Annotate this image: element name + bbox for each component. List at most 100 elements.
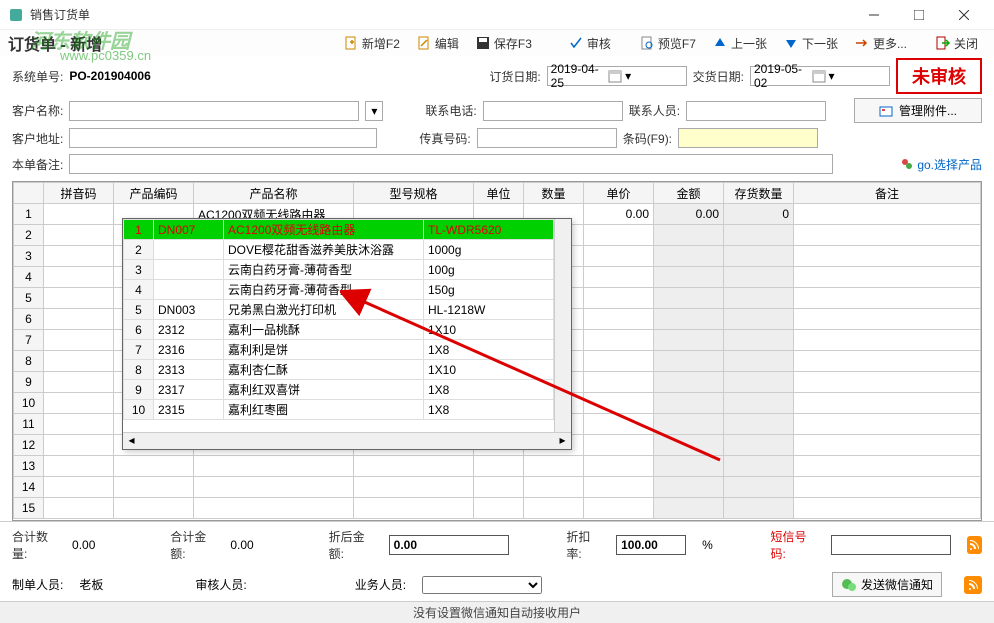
popup-row[interactable]: 62312嘉利一品桃酥1X10 <box>124 320 554 340</box>
delivdate-input[interactable]: 2019-05-02▾ <box>750 66 890 86</box>
status-text: 没有设置微信通知自动接收用户 <box>413 604 581 621</box>
popup-row[interactable]: 102315嘉利红枣圈1X8 <box>124 400 554 420</box>
fax-input[interactable] <box>477 128 617 148</box>
form-row-4: 本单备注: go.选择产品 <box>0 151 994 177</box>
custname-dropdown[interactable]: ▾ <box>365 101 383 121</box>
save-button[interactable]: 保存F3 <box>469 33 538 54</box>
rss-button-2[interactable] <box>964 576 982 594</box>
page-title: 订货单 - 新增 <box>8 31 335 55</box>
form-row-3: 客户地址: 传真号码: 条码(F9): <box>0 125 994 151</box>
col-pinyin[interactable]: 拼音码 <box>44 183 114 204</box>
next-button[interactable]: 下一张 <box>777 33 844 54</box>
popup-table[interactable]: 1DN007AC1200双频无线路由器TL-WDR56202DOVE樱花甜香滋养… <box>123 219 554 420</box>
popup-row[interactable]: 82313嘉利杏仁酥1X10 <box>124 360 554 380</box>
custname-label: 客户名称: <box>12 102 63 119</box>
popup-row[interactable]: 4云南白药牙膏-薄荷香型150g <box>124 280 554 300</box>
popup-row[interactable]: 3云南白药牙膏-薄荷香型100g <box>124 260 554 280</box>
sysno-label: 系统单号: <box>12 68 63 85</box>
rss-button[interactable] <box>967 536 982 554</box>
titlebar: 销售订货单 <box>0 0 994 30</box>
new-button[interactable]: 新增F2 <box>337 33 406 54</box>
custaddr-input[interactable] <box>69 128 377 148</box>
barcode-label: 条码(F9): <box>623 130 672 147</box>
popup-hscroll[interactable]: ◂ ▸ <box>123 432 571 449</box>
calendar-icon <box>608 69 622 83</box>
prev-button[interactable]: 上一张 <box>706 33 773 54</box>
totalqty-value: 0.00 <box>72 538 95 552</box>
popup-row[interactable]: 2DOVE樱花甜香滋养美肤沐浴露1000g <box>124 240 554 260</box>
col-stock[interactable]: 存货数量 <box>724 183 794 204</box>
scroll-left-icon[interactable]: ◂ <box>123 433 140 449</box>
popup-vscroll[interactable] <box>554 219 571 432</box>
minimize-button[interactable] <box>851 0 896 30</box>
edit-icon <box>416 35 432 51</box>
edit-button[interactable]: 编辑 <box>410 33 465 54</box>
audit-button[interactable]: 审核 <box>562 33 617 54</box>
close-button[interactable] <box>941 0 986 30</box>
grid-header-row: 拼音码 产品编码 产品名称 型号规格 单位 数量 单价 金额 存货数量 备注 <box>14 183 981 204</box>
footer-people: 制单人员: 老板 审核人员: 业务人员: 发送微信通知 <box>0 568 994 601</box>
preview-icon <box>639 35 655 51</box>
select-product-link[interactable]: go.选择产品 <box>901 156 982 173</box>
sysno-value: PO-201904006 <box>69 69 150 83</box>
contact-label: 联系人员: <box>629 102 680 119</box>
totalamt-label: 合计金额: <box>170 528 214 562</box>
popup-row[interactable]: 72316嘉利利是饼1X8 <box>124 340 554 360</box>
auditor-label: 审核人员: <box>195 576 246 593</box>
col-unit[interactable]: 单位 <box>474 183 524 204</box>
biz-select[interactable] <box>422 576 542 594</box>
custname-input[interactable] <box>69 101 359 121</box>
popup-row[interactable]: 92317嘉利红双喜饼1X8 <box>124 380 554 400</box>
check-icon <box>568 35 584 51</box>
rss-icon <box>969 540 979 550</box>
totalamt-value: 0.00 <box>230 538 253 552</box>
contact-input[interactable] <box>686 101 826 121</box>
down-arrow-icon <box>783 35 799 51</box>
form-row-2: 客户名称: ▾ 联系电话: 联系人员: 管理附件... <box>0 96 994 125</box>
attach-icon <box>879 104 893 118</box>
exit-icon <box>935 35 951 51</box>
col-spec[interactable]: 型号规格 <box>354 183 474 204</box>
wechat-button[interactable]: 发送微信通知 <box>832 572 942 597</box>
more-button[interactable]: 更多... <box>848 33 913 54</box>
attach-button[interactable]: 管理附件... <box>854 98 982 123</box>
product-popup: 1DN007AC1200双频无线路由器TL-WDR56202DOVE樱花甜香滋养… <box>122 218 572 450</box>
custaddr-label: 客户地址: <box>12 130 63 147</box>
maker-value: 老板 <box>79 576 103 593</box>
fax-label: 传真号码: <box>419 130 470 147</box>
save-icon <box>475 35 491 51</box>
preview-button[interactable]: 预览F7 <box>633 33 702 54</box>
popup-row[interactable]: 5DN003兄弟黑白激光打印机HL-1218W <box>124 300 554 320</box>
col-amount[interactable]: 金额 <box>654 183 724 204</box>
barcode-input[interactable] <box>678 128 818 148</box>
grid-row[interactable]: 13 <box>14 456 981 477</box>
orderdate-input[interactable]: 2019-04-25▾ <box>547 66 687 86</box>
remark-input[interactable] <box>69 154 833 174</box>
up-arrow-icon <box>712 35 728 51</box>
calendar-icon <box>812 69 826 83</box>
discrate-input[interactable] <box>616 535 686 555</box>
col-code[interactable]: 产品编码 <box>114 183 194 204</box>
col-remark[interactable]: 备注 <box>794 183 981 204</box>
phone-input[interactable] <box>483 101 623 121</box>
col-price[interactable]: 单价 <box>584 183 654 204</box>
maximize-button[interactable] <box>896 0 941 30</box>
discamt-label: 折后金额: <box>329 528 373 562</box>
col-qty[interactable]: 数量 <box>524 183 584 204</box>
more-icon <box>854 35 870 51</box>
grid-row[interactable]: 14 <box>14 477 981 498</box>
discamt-input[interactable] <box>389 535 509 555</box>
sms-label: 短信号码: <box>771 528 815 562</box>
statusbar: 没有设置微信通知自动接收用户 <box>0 601 994 623</box>
col-name[interactable]: 产品名称 <box>194 183 354 204</box>
sms-input[interactable] <box>831 535 951 555</box>
close-toolbar-button[interactable]: 关闭 <box>929 33 984 54</box>
orderdate-label: 订货日期: <box>489 68 540 85</box>
delivdate-label: 交货日期: <box>693 68 744 85</box>
wechat-icon <box>841 577 857 593</box>
popup-row[interactable]: 1DN007AC1200双频无线路由器TL-WDR5620 <box>124 220 554 240</box>
header: 订货单 - 新增 河东软件园 www.pc0359.cn 新增F2 编辑 保存F… <box>0 30 994 56</box>
grid-row[interactable]: 15 <box>14 498 981 519</box>
new-icon <box>343 35 359 51</box>
scroll-right-icon[interactable]: ▸ <box>554 433 571 449</box>
